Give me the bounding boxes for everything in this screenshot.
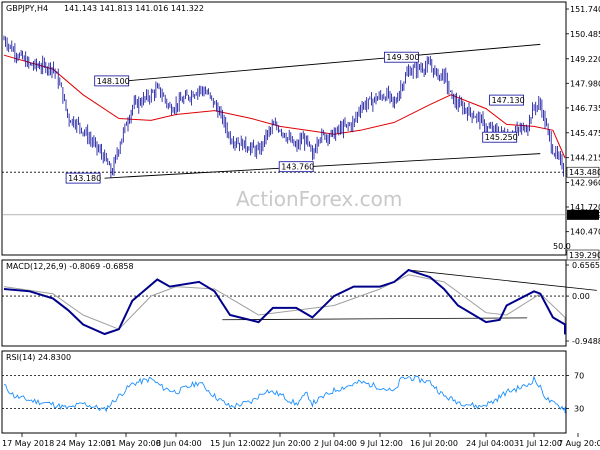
watermark: ActionForex.com bbox=[236, 187, 402, 211]
level-price-label: 143.480 bbox=[569, 168, 600, 177]
time-axis-label: 9 Jul 12:00 bbox=[360, 439, 403, 448]
rsi-axis-label: 30 bbox=[574, 404, 584, 413]
price-axis-label: 150.485 bbox=[570, 30, 600, 39]
time-axis-label: 22 Jun 20:00 bbox=[260, 439, 311, 448]
price-axis-label: 144.215 bbox=[570, 154, 600, 163]
time-axis-label: 16 Jul 20:00 bbox=[410, 439, 458, 448]
bottom-level-label: 139.290 bbox=[569, 251, 600, 260]
price-axis-label: 142.960 bbox=[570, 178, 600, 187]
time-axis-label: 31 Jul 12:00 bbox=[514, 439, 562, 448]
price-annotation-label: 145.250 bbox=[485, 133, 518, 142]
price-axis-label: 146.735 bbox=[570, 104, 600, 113]
price-annotation-label: 148.100 bbox=[97, 77, 130, 86]
scale-note: 50.0 bbox=[553, 242, 571, 251]
price-annotation-label: 143.760 bbox=[281, 163, 314, 172]
time-axis-label: 31 May 20:00 bbox=[106, 439, 161, 448]
time-axis-label: 24 Jul 04:00 bbox=[466, 439, 514, 448]
price-axis-label: 147.980 bbox=[570, 79, 600, 88]
time-axis-label: 8 Jun 04:00 bbox=[156, 439, 202, 448]
price-annotation-label: 149.300 bbox=[386, 53, 419, 62]
rsi-panel-frame bbox=[1, 350, 567, 434]
time-axis-label: 17 May 2018 bbox=[2, 439, 54, 448]
price-panel-frame bbox=[1, 1, 567, 256]
macd-title: MACD(12,26,9) -0.8069 -0.6858 bbox=[6, 262, 134, 271]
macd-axis-label: -0.9488 bbox=[572, 337, 600, 346]
macd-axis-label: 0.6565 bbox=[572, 261, 600, 270]
price-axis-label: 149.220 bbox=[570, 55, 600, 64]
price-axis-label: 151.740 bbox=[570, 5, 600, 14]
time-axis-label: 7 Aug 20:00 bbox=[558, 439, 600, 448]
price-axis-label: 140.470 bbox=[570, 228, 600, 237]
ohlc-values: 141.143 141.813 141.016 141.322 bbox=[64, 4, 204, 13]
chart-canvas: ActionForex.com GBPJPY,H4 141.143 141.81… bbox=[1, 1, 600, 448]
price-annotation-label: 147.130 bbox=[492, 96, 525, 105]
chart-window: ActionForex.com GBPJPY,H4 141.143 141.81… bbox=[0, 0, 600, 450]
price-annotation-label: 143.180 bbox=[68, 174, 101, 183]
current-price-label: 141.322 bbox=[569, 211, 600, 220]
time-axis-label: 15 Jun 12:00 bbox=[210, 439, 261, 448]
time-axis-label: 2 Jul 04:00 bbox=[314, 439, 357, 448]
macd-panel-frame bbox=[1, 259, 567, 347]
time-axis-label: 24 May 12:00 bbox=[56, 439, 111, 448]
macd-axis-label: 0.00 bbox=[572, 292, 590, 301]
rsi-axis-label: 70 bbox=[574, 372, 584, 381]
price-axis-label: 145.475 bbox=[570, 129, 600, 138]
rsi-title: RSI(14) 24.8300 bbox=[6, 353, 71, 362]
symbol-timeframe: GBPJPY,H4 bbox=[6, 4, 48, 13]
